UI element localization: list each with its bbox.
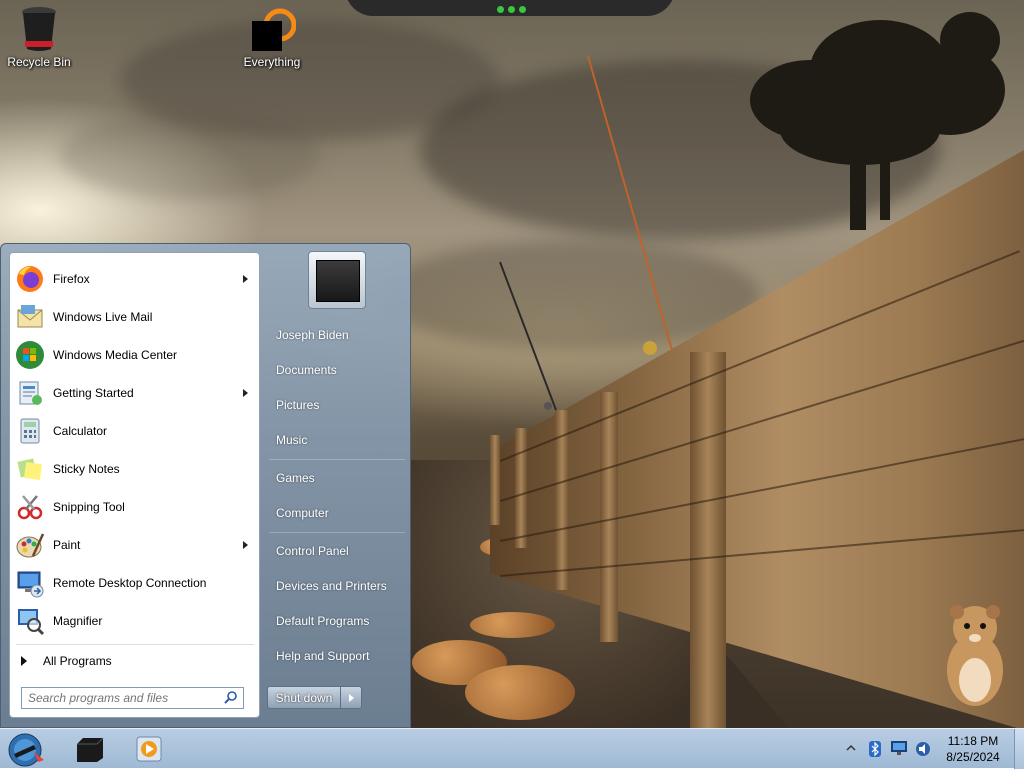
shutdown-options-arrow[interactable] (341, 687, 361, 708)
start-item-firefox[interactable]: Firefox (11, 261, 258, 297)
start-item-label: Windows Media Center (53, 348, 178, 362)
desktop-icon-recycle-bin[interactable]: Recycle Bin (4, 5, 74, 69)
start-orb-icon (8, 733, 44, 767)
hamster-gadget[interactable] (935, 600, 1015, 710)
clock-date: 8/25/2024 (946, 750, 1000, 764)
start-link-devices-and-printers[interactable]: Devices and Printers (267, 571, 405, 601)
submenu-arrow-icon (243, 541, 248, 549)
calculator-icon (14, 415, 46, 447)
start-item-label: Snipping Tool (53, 500, 125, 514)
start-item-label: Paint (53, 538, 81, 552)
start-item-snipping-tool[interactable]: Snipping Tool (11, 489, 258, 525)
all-programs-label: All Programs (43, 654, 112, 668)
start-link-games[interactable]: Games (267, 463, 405, 493)
media-player-icon (136, 736, 162, 762)
start-item-label: Sticky Notes (53, 462, 120, 476)
start-item-label: Calculator (53, 424, 108, 438)
desktop-icon-label: Everything (243, 55, 301, 69)
remote-desktop-icon (14, 567, 46, 599)
start-item-paint[interactable]: Paint (11, 527, 258, 563)
start-link-pictures[interactable]: Pictures (267, 390, 405, 420)
taskbar-app-media-player[interactable] (122, 731, 176, 767)
start-item-windows-live-mail[interactable]: Windows Live Mail (11, 299, 258, 335)
search-box[interactable] (21, 687, 244, 709)
scissors-icon (14, 491, 46, 523)
bluetooth-icon[interactable] (868, 741, 882, 760)
chevron-right-icon (348, 693, 354, 702)
start-item-calculator[interactable]: Calculator (11, 413, 258, 449)
start-link-music[interactable]: Music (267, 425, 405, 455)
start-item-label: Windows Live Mail (53, 310, 153, 324)
clock-time: 11:18 PM (947, 734, 999, 748)
start-item-remote-desktop-connection[interactable]: Remote Desktop Connection (11, 565, 258, 601)
start-link-documents[interactable]: Documents (267, 355, 405, 385)
desktop-icon-label: Recycle Bin (7, 55, 71, 69)
start-item-getting-started[interactable]: Getting Started (11, 375, 258, 411)
start-item-label: Magnifier (53, 614, 103, 628)
show-hidden-icons-icon[interactable] (846, 741, 856, 758)
start-link-computer[interactable]: Computer (267, 498, 405, 528)
everything-search-icon (248, 5, 297, 53)
start-link-control-panel[interactable]: Control Panel (267, 536, 405, 566)
shutdown-button[interactable]: Shut down (268, 687, 341, 708)
start-link-user-folder[interactable]: Joseph Biden (267, 320, 405, 350)
start-menu-programs-pane: Firefox Windows Live Mail Windows Media … (9, 252, 260, 718)
start-menu: Firefox Windows Live Mail Windows Media … (0, 243, 411, 728)
start-item-sticky-notes[interactable]: Sticky Notes (11, 451, 258, 487)
submenu-arrow-icon (243, 389, 248, 397)
expand-arrow-icon (21, 656, 27, 666)
taskbar-app-black-box[interactable] (62, 731, 116, 767)
shutdown-split-button: Shut down (267, 686, 362, 709)
user-account-picture[interactable] (308, 251, 366, 309)
start-button[interactable] (4, 730, 46, 768)
mail-icon (14, 301, 46, 333)
start-item-label: Firefox (53, 272, 90, 286)
sticky-notes-icon (14, 453, 46, 485)
network-icon[interactable] (891, 741, 907, 758)
start-item-windows-media-center[interactable]: Windows Media Center (11, 337, 258, 373)
paint-palette-icon (14, 529, 46, 561)
desktop-icon-everything[interactable]: Everything (237, 5, 307, 69)
volume-icon[interactable] (915, 741, 931, 760)
submenu-arrow-icon (243, 275, 248, 283)
search-input[interactable] (22, 690, 220, 706)
system-clock[interactable]: 11:18 PM 8/25/2024 (938, 733, 1008, 765)
start-item-label: Getting Started (53, 386, 134, 400)
recycle-bin-icon (19, 5, 59, 53)
start-item-magnifier[interactable]: Magnifier (11, 603, 258, 639)
taskbar: 11:18 PM 8/25/2024 (0, 728, 1024, 769)
magnifier-icon (14, 605, 46, 637)
getting-started-icon (14, 377, 46, 409)
divider (16, 644, 254, 645)
windows-logo-icon (14, 339, 46, 371)
start-link-default-programs[interactable]: Default Programs (267, 606, 405, 636)
divider (269, 459, 405, 460)
black-box-icon (77, 737, 104, 762)
start-item-label: Remote Desktop Connection (53, 576, 207, 590)
show-desktop-button[interactable] (1014, 729, 1024, 769)
search-icon[interactable] (224, 690, 238, 707)
all-programs-button[interactable]: All Programs (11, 648, 258, 674)
divider (269, 532, 405, 533)
firefox-icon (14, 263, 46, 295)
start-link-help-and-support[interactable]: Help and Support (267, 641, 405, 671)
